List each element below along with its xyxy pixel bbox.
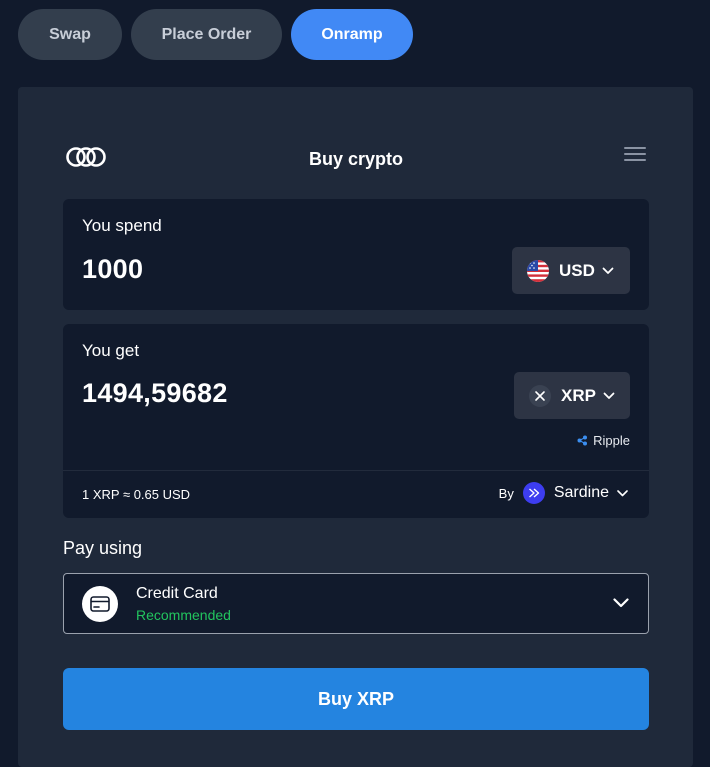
- network-label: Ripple: [593, 433, 630, 448]
- provider-select[interactable]: By Sardine: [499, 482, 628, 504]
- provider-name: Sardine: [553, 484, 609, 501]
- hamburger-menu-icon[interactable]: [624, 147, 646, 163]
- payment-method-name: Credit Card: [136, 585, 218, 602]
- get-amount-value: 1494,59682: [82, 378, 228, 408]
- chevron-down-icon: [617, 489, 628, 496]
- sardine-logo-icon: [522, 482, 545, 504]
- spend-amount-input[interactable]: 1000: [82, 254, 143, 285]
- tab-swap[interactable]: Swap: [18, 9, 122, 60]
- us-flag-icon: [527, 259, 549, 282]
- network-badge: Ripple: [577, 433, 630, 448]
- get-currency-select[interactable]: XRP: [514, 372, 630, 419]
- get-label: You get: [82, 341, 140, 360]
- payment-method-select[interactable]: Credit Card Recommended: [63, 573, 649, 634]
- ripple-icon: [577, 435, 588, 446]
- spend-currency-select[interactable]: USD: [512, 247, 630, 294]
- widget-header: Buy crypto: [63, 142, 649, 176]
- chevron-down-icon: [602, 267, 614, 274]
- spend-card: You spend 1000 USD: [63, 199, 649, 310]
- get-currency-label: XRP: [561, 385, 596, 405]
- tab-place-order[interactable]: Place Order: [131, 9, 282, 60]
- credit-card-icon: [82, 586, 118, 622]
- get-card: You get 1494,59682 XRP Ripple 1 XRP ≈ 0.…: [63, 324, 649, 518]
- exchange-rate: 1 XRP ≈ 0.65 USD: [82, 487, 191, 502]
- chevron-down-icon: [613, 598, 629, 608]
- chevron-down-icon: [603, 392, 615, 399]
- spend-label: You spend: [82, 216, 162, 235]
- spend-currency-label: USD: [559, 260, 595, 280]
- onramp-panel: Buy crypto You spend 1000 USD You get 14…: [18, 87, 693, 767]
- provider-by-label: By: [498, 485, 514, 501]
- tab-onramp[interactable]: Onramp: [291, 9, 413, 60]
- pay-using-label: Pay using: [63, 538, 143, 558]
- recommended-badge: Recommended: [136, 607, 231, 623]
- xrp-icon: [529, 384, 551, 407]
- tab-bar: Swap Place Order Onramp: [18, 9, 413, 60]
- divider: [63, 470, 649, 471]
- widget-title: Buy crypto: [308, 149, 404, 169]
- buy-button[interactable]: Buy XRP: [63, 668, 649, 730]
